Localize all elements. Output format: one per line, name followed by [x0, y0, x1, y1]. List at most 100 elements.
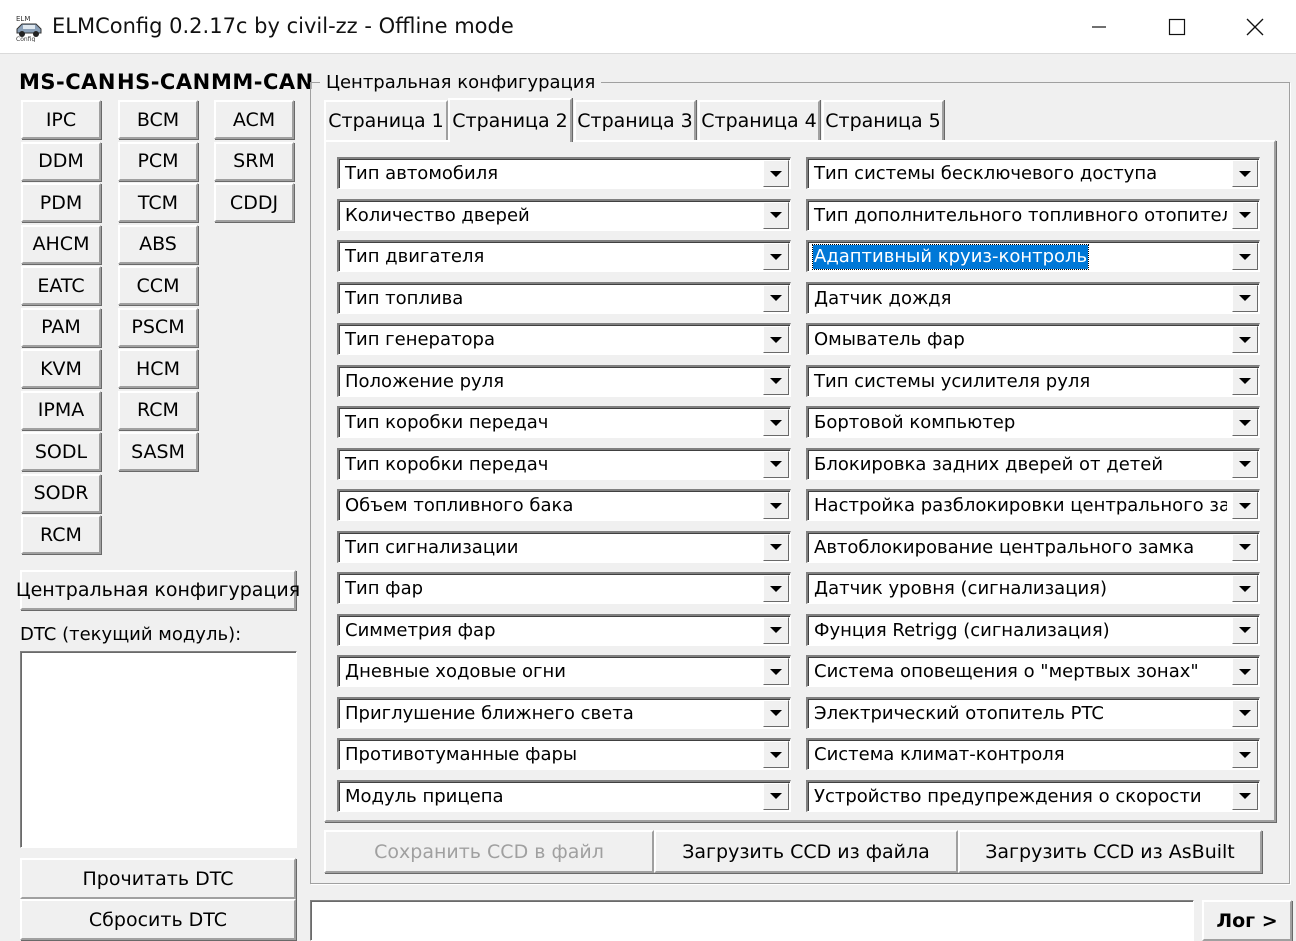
config-combo[interactable]: Тип генератора [337, 323, 791, 355]
config-combo[interactable]: Объем топливного бака [337, 489, 791, 521]
config-combo[interactable]: Бортовой компьютер [806, 406, 1260, 438]
dropdown-button[interactable] [763, 741, 789, 768]
config-combo[interactable]: Система климат-контроля [806, 738, 1260, 770]
close-button[interactable] [1216, 0, 1294, 54]
module-button-acm[interactable]: ACM [214, 100, 294, 139]
config-combo[interactable]: Симметрия фар [337, 613, 791, 646]
module-button-srm[interactable]: SRM [214, 141, 294, 181]
dropdown-button[interactable] [1232, 284, 1258, 312]
module-button-ccm[interactable]: CCM [118, 266, 198, 305]
module-button-sasm[interactable]: SASM [118, 432, 198, 471]
config-combo[interactable]: Тип автомобиля [337, 157, 791, 189]
dropdown-button[interactable] [1232, 367, 1258, 395]
dropdown-button[interactable] [1232, 492, 1258, 519]
dropdown-button[interactable] [763, 160, 789, 187]
dropdown-button[interactable] [763, 782, 789, 810]
module-button-pam[interactable]: PAM [21, 307, 101, 347]
dropdown-button[interactable] [1232, 243, 1258, 270]
dropdown-button[interactable] [1232, 533, 1258, 561]
module-button-eatc[interactable]: EATC [21, 266, 101, 305]
module-button-ddm[interactable]: DDM [21, 141, 101, 181]
config-combo[interactable]: Тип системы усилителя руля [806, 364, 1260, 397]
dropdown-button[interactable] [1232, 658, 1258, 685]
config-combo[interactable]: Тип дополнительного топливного отопителя [806, 198, 1260, 231]
module-button-pdm[interactable]: PDM [21, 183, 101, 222]
config-combo[interactable]: Блокировка задних дверей от детей [806, 447, 1260, 480]
module-button-sodl[interactable]: SODL [21, 432, 101, 471]
module-button-sodr[interactable]: SODR [21, 473, 101, 513]
dropdown-button[interactable] [763, 658, 789, 685]
status-field[interactable] [310, 900, 1194, 941]
config-combo[interactable]: Адаптивный круиз-контроль [806, 240, 1260, 272]
config-combo[interactable]: Положение руля [337, 364, 791, 397]
load-ccd-file-button[interactable]: Загрузить CCD из файла [654, 830, 958, 873]
dropdown-button[interactable] [763, 201, 789, 229]
log-button[interactable]: Лог > [1202, 900, 1292, 941]
module-button-tcm[interactable]: TCM [118, 183, 198, 222]
load-ccd-asbuilt-button[interactable]: Загрузить CCD из AsBuilt [958, 830, 1262, 873]
dropdown-button[interactable] [763, 367, 789, 395]
dropdown-button[interactable] [763, 284, 789, 312]
tab-page-2[interactable]: Страница 2 [448, 98, 572, 142]
module-button-abs[interactable]: ABS [118, 224, 198, 264]
tab-page-1[interactable]: Страница 1 [324, 100, 448, 140]
module-button-bcm[interactable]: BCM [118, 100, 198, 139]
dropdown-button[interactable] [1232, 741, 1258, 768]
config-combo[interactable]: Система оповещения о "мертвых зонах" [806, 655, 1260, 687]
dropdown-button[interactable] [1232, 616, 1258, 644]
dropdown-button[interactable] [1232, 450, 1258, 478]
config-combo[interactable]: Модуль прицепа [337, 779, 791, 812]
module-button-rcm[interactable]: RCM [118, 390, 198, 430]
dropdown-button[interactable] [763, 533, 789, 561]
config-combo[interactable]: Тип сигнализации [337, 530, 791, 563]
config-combo[interactable]: Тип двигателя [337, 240, 791, 272]
module-button-ipc[interactable]: IPC [21, 100, 101, 139]
config-combo[interactable]: Дневные ходовые огни [337, 655, 791, 687]
read-dtc-button[interactable]: Прочитать DTC [20, 858, 296, 899]
dropdown-button[interactable] [763, 409, 789, 436]
config-combo[interactable]: Противотуманные фары [337, 738, 791, 770]
config-combo[interactable]: Устройство предупреждения о скорости [806, 779, 1260, 812]
dropdown-button[interactable] [1232, 575, 1258, 602]
config-combo[interactable]: Тип фар [337, 572, 791, 604]
config-combo[interactable]: Тип коробки передач [337, 406, 791, 438]
tab-page-3[interactable]: Страница 3 [574, 100, 696, 140]
dropdown-button[interactable] [1232, 201, 1258, 229]
dropdown-button[interactable] [763, 575, 789, 602]
module-button-ahcm[interactable]: AHCM [21, 224, 101, 264]
tab-page-5[interactable]: Страница 5 [822, 100, 944, 140]
module-button-kvm[interactable]: KVM [21, 349, 101, 388]
dropdown-button[interactable] [763, 492, 789, 519]
config-combo[interactable]: Фунция Retrigg (сигнализация) [806, 613, 1260, 646]
minimize-button[interactable] [1060, 0, 1138, 54]
dropdown-button[interactable] [1232, 160, 1258, 187]
module-button-rcm[interactable]: RCM [21, 515, 101, 554]
reset-dtc-button[interactable]: Сбросить DTC [20, 899, 296, 940]
central-config-button[interactable]: Центральная конфигурация [16, 570, 300, 610]
maximize-button[interactable] [1138, 0, 1216, 54]
dtc-list[interactable] [20, 651, 297, 848]
config-combo[interactable]: Настройка разблокировки центрального зам… [806, 489, 1260, 521]
config-combo[interactable]: Тип коробки передач [337, 447, 791, 480]
config-combo[interactable]: Тип системы бесключевого доступа [806, 157, 1260, 189]
save-ccd-button[interactable]: Сохранить CCD в файл [324, 830, 654, 873]
module-button-ipma[interactable]: IPMA [21, 390, 101, 430]
config-combo[interactable]: Автоблокирование центрального замка [806, 530, 1260, 563]
dropdown-button[interactable] [1232, 326, 1258, 353]
dropdown-button[interactable] [763, 450, 789, 478]
config-combo[interactable]: Тип топлива [337, 281, 791, 314]
config-combo[interactable]: Омыватель фар [806, 323, 1260, 355]
module-button-pcm[interactable]: PCM [118, 141, 198, 181]
module-button-pscm[interactable]: PSCM [118, 307, 198, 347]
config-combo[interactable]: Датчик уровня (сигнализация) [806, 572, 1260, 604]
tab-page-4[interactable]: Страница 4 [698, 100, 820, 140]
dropdown-button[interactable] [1232, 782, 1258, 810]
module-button-cddj[interactable]: CDDJ [214, 183, 294, 222]
config-combo[interactable]: Датчик дождя [806, 281, 1260, 314]
config-combo[interactable]: Электрический отопитель PTC [806, 696, 1260, 729]
dropdown-button[interactable] [763, 243, 789, 270]
dropdown-button[interactable] [763, 616, 789, 644]
dropdown-button[interactable] [1232, 409, 1258, 436]
dropdown-button[interactable] [763, 699, 789, 727]
config-combo[interactable]: Количество дверей [337, 198, 791, 231]
